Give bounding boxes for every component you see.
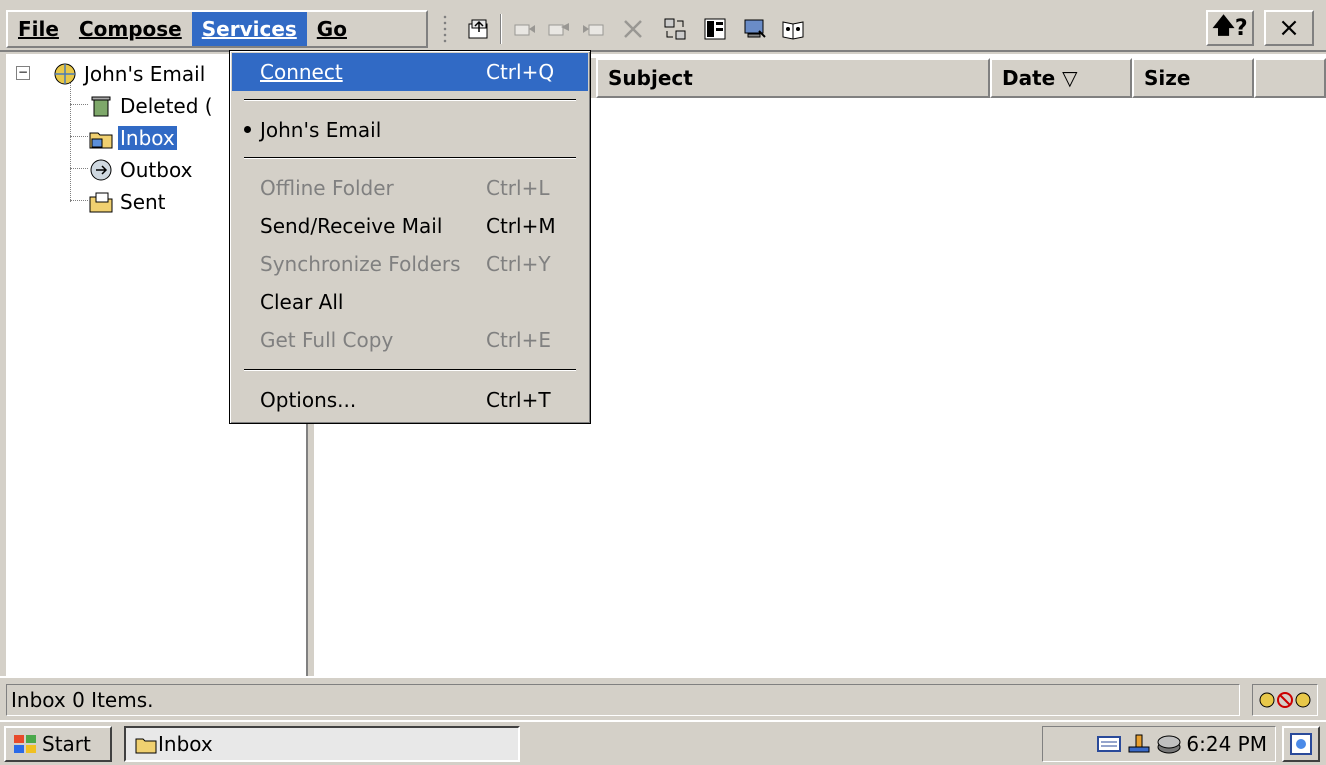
toolbar-separator	[500, 14, 502, 44]
tree-item-deleted[interactable]: Deleted (	[88, 90, 215, 122]
folder-up-icon	[468, 19, 488, 39]
column-header-size[interactable]: Size	[1132, 58, 1254, 98]
pointer-help-icon: 🡅	[1212, 14, 1235, 39]
close-icon: ×	[1278, 13, 1300, 43]
menu-separator	[244, 157, 576, 159]
trash-icon	[91, 96, 111, 117]
system-tray: 6:24 PM	[1042, 726, 1276, 762]
taskbar: Start Inbox 6:24 PM	[0, 720, 1326, 765]
show-desktop-button[interactable]	[1282, 726, 1320, 762]
tree-item-label: Outbox	[120, 158, 193, 182]
menu-item-connect[interactable]: Connect Ctrl+Q	[232, 53, 588, 91]
send-receive-button[interactable]	[660, 14, 690, 44]
menu-item-account[interactable]: John's Email	[232, 111, 588, 149]
column-header-subject[interactable]: Subject	[596, 58, 990, 98]
reply-icon	[514, 24, 535, 36]
forward-button[interactable]	[578, 14, 608, 44]
network-icon[interactable]	[1126, 733, 1152, 755]
column-header-date[interactable]: Date ▽	[990, 58, 1132, 98]
tree-item-label: Inbox	[118, 126, 177, 150]
computer-connect-icon	[744, 19, 766, 38]
menu-item-get-full-copy[interactable]: Get Full Copy Ctrl+E	[232, 321, 588, 359]
tree-item-label: Deleted (	[120, 94, 213, 118]
cd-drive-icon[interactable]	[1156, 733, 1182, 755]
reply-button[interactable]	[510, 14, 540, 44]
reply-all-button[interactable]	[544, 14, 574, 44]
menu-go[interactable]: Go	[307, 12, 357, 46]
clock[interactable]: 6:24 PM	[1186, 732, 1267, 756]
connect-button[interactable]	[740, 14, 770, 44]
address-book-icon	[782, 21, 804, 40]
menu-services[interactable]: Services	[191, 12, 307, 46]
status-bar: Inbox 0 Items.	[0, 676, 1326, 720]
toolbar-grip[interactable]	[442, 14, 448, 44]
menu-compose[interactable]: Compose	[69, 12, 192, 46]
menu-item-offline-folder[interactable]: Offline Folder Ctrl+L	[232, 169, 588, 207]
folder-list-icon	[704, 18, 726, 40]
status-text: Inbox 0 Items.	[6, 684, 1240, 716]
radio-bullet-icon	[244, 126, 251, 133]
delete-x-icon	[624, 20, 642, 38]
show-folders-button[interactable]	[700, 14, 730, 44]
input-panel-icon[interactable]	[1096, 733, 1122, 755]
desktop-icon	[1290, 733, 1312, 755]
reply-all-icon	[548, 23, 569, 36]
start-button[interactable]: Start	[4, 726, 112, 762]
tree-item-outbox[interactable]: Outbox	[88, 154, 194, 186]
tree-item-sent[interactable]: Sent	[88, 186, 168, 218]
help-button[interactable]: 🡅?	[1206, 10, 1254, 46]
menu-file[interactable]: File	[8, 12, 69, 46]
tree-item-account[interactable]: John's Email	[52, 58, 207, 90]
tree-item-label: Sent	[120, 190, 166, 214]
menu-bar: File Compose Services Go	[6, 10, 428, 48]
tree-item-label: John's Email	[84, 62, 206, 86]
forward-icon	[583, 24, 604, 36]
globe-mail-icon	[54, 63, 76, 85]
menu-separator	[244, 99, 576, 101]
column-header-empty	[1254, 58, 1326, 98]
collapse-toggle[interactable]: −	[16, 66, 30, 80]
sent-folder-icon	[89, 192, 113, 213]
menu-item-send-receive[interactable]: Send/Receive Mail Ctrl+M	[232, 207, 588, 245]
menu-item-clear-all[interactable]: Clear All	[232, 283, 588, 321]
services-menu: Connect Ctrl+Q John's Email Offline Fold…	[229, 50, 591, 424]
folder-up-button[interactable]	[464, 14, 494, 44]
tree-item-inbox[interactable]: Inbox	[88, 122, 177, 154]
inbox-folder-icon	[89, 132, 113, 149]
inbox-icon	[135, 738, 157, 754]
delete-button[interactable]	[618, 14, 648, 44]
tree-line	[70, 82, 71, 202]
outbox-icon	[90, 159, 112, 181]
taskbar-item-inbox[interactable]: Inbox	[124, 726, 520, 762]
menu-item-options[interactable]: Options... Ctrl+T	[232, 381, 588, 419]
address-book-button[interactable]	[778, 14, 808, 44]
send-receive-icon	[664, 18, 686, 40]
menu-separator	[244, 369, 576, 371]
windows-logo-icon	[14, 735, 36, 753]
close-button[interactable]: ×	[1264, 10, 1314, 46]
connection-status-icon	[1252, 684, 1318, 716]
menu-item-synchronize-folders[interactable]: Synchronize Folders Ctrl+Y	[232, 245, 588, 283]
